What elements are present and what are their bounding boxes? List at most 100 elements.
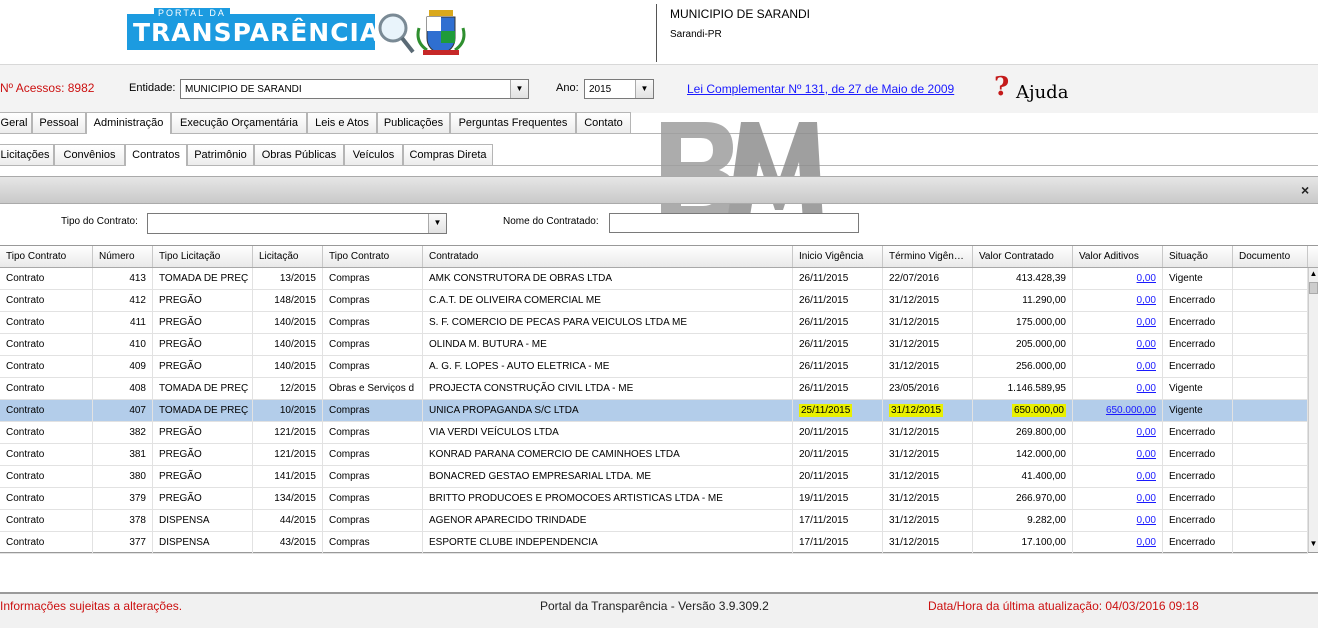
- table-row[interactable]: Contrato 378 DISPENSA 44/2015 Compras AGENOR …: [0, 510, 1308, 532]
- cell-valor-aditivos[interactable]: 0,00: [1073, 290, 1163, 312]
- cell-tipo-licitacao: DISPENSA: [153, 532, 253, 554]
- valor-aditivos-link[interactable]: 0,00: [1137, 295, 1156, 306]
- table-row[interactable]: Contrato 409 PREGÃO 140/2015 Compras A. G. F.…: [0, 356, 1308, 378]
- cell-valor-aditivos[interactable]: 0,00: [1073, 356, 1163, 378]
- scroll-down-icon[interactable]: ▼: [1309, 538, 1318, 550]
- tab-obras-publicas[interactable]: Obras Públicas: [254, 144, 344, 165]
- valor-aditivos-link[interactable]: 0,00: [1137, 471, 1156, 482]
- cell-documento: [1233, 334, 1308, 356]
- cell-documento: [1233, 400, 1308, 422]
- nome-contratado-input[interactable]: [609, 213, 859, 233]
- valor-aditivos-link[interactable]: 0,00: [1137, 273, 1156, 284]
- column-header-numero[interactable]: Número: [93, 246, 153, 267]
- cell-valor-aditivos[interactable]: 0,00: [1073, 532, 1163, 554]
- table-row[interactable]: Contrato 410 PREGÃO 140/2015 Compras OLINDA M…: [0, 334, 1308, 356]
- valor-aditivos-link[interactable]: 0,00: [1137, 537, 1156, 548]
- valor-aditivos-link[interactable]: 0,00: [1137, 317, 1156, 328]
- cell-numero: 379: [93, 488, 153, 510]
- column-header-licitacao[interactable]: Licitação: [253, 246, 323, 267]
- ano-select[interactable]: 2015 ▼: [584, 79, 654, 99]
- tab-geral[interactable]: Geral: [0, 112, 32, 133]
- help-button[interactable]: ? Ajuda: [994, 72, 1074, 106]
- tab-convenios[interactable]: Convênios: [54, 144, 125, 165]
- cell-situacao: Vigente: [1163, 378, 1233, 400]
- tab-licitacoes[interactable]: Licitações: [0, 144, 54, 165]
- cell-valor-aditivos[interactable]: 0,00: [1073, 510, 1163, 532]
- scroll-up-icon[interactable]: ▲: [1309, 268, 1318, 280]
- table-row[interactable]: Contrato 379 PREGÃO 134/2015 Compras BRITTO P…: [0, 488, 1308, 510]
- tipo-contrato-select[interactable]: ▼: [147, 213, 447, 234]
- cell-text: Obras e Serviços d: [329, 383, 415, 394]
- valor-aditivos-link[interactable]: 650.000,00: [1106, 405, 1156, 416]
- tab-contratos[interactable]: Contratos: [125, 144, 187, 166]
- tab-pessoal[interactable]: Pessoal: [32, 112, 86, 133]
- cell-valor-contratado: 175.000,00: [973, 312, 1073, 334]
- column-header-tipo-licitacao[interactable]: Tipo Licitação: [153, 246, 253, 267]
- cell-valor-aditivos[interactable]: 0,00: [1073, 334, 1163, 356]
- cell-valor-aditivos[interactable]: 0,00: [1073, 466, 1163, 488]
- cell-valor-aditivos[interactable]: 0,00: [1073, 312, 1163, 334]
- chevron-down-icon[interactable]: ▼: [428, 214, 446, 233]
- cell-valor-aditivos[interactable]: 0,00: [1073, 268, 1163, 290]
- table-row[interactable]: Contrato 412 PREGÃO 148/2015 Compras C.A.T. D…: [0, 290, 1308, 312]
- cell-valor-aditivos[interactable]: 0,00: [1073, 378, 1163, 400]
- table-row[interactable]: Contrato 382 PREGÃO 121/2015 Compras VIA VERD…: [0, 422, 1308, 444]
- cell-tipo-contrato: Contrato: [0, 510, 93, 532]
- tab-perguntas-frequentes[interactable]: Perguntas Frequentes: [450, 112, 576, 133]
- table-row[interactable]: Contrato 407 TOMADA DE PREÇ 10/2015 Compras U…: [0, 400, 1308, 422]
- cell-valor-aditivos[interactable]: 650.000,00: [1073, 400, 1163, 422]
- chevron-down-icon[interactable]: ▼: [510, 80, 528, 98]
- scrollbar-thumb[interactable]: [1309, 282, 1318, 294]
- tab-administracao[interactable]: Administração: [86, 112, 171, 134]
- cell-valor-aditivos[interactable]: 0,00: [1073, 422, 1163, 444]
- column-header-contratado[interactable]: Contratado: [423, 246, 793, 267]
- tab-contato[interactable]: Contato: [576, 112, 631, 133]
- chevron-down-icon[interactable]: ▼: [635, 80, 653, 98]
- valor-aditivos-link[interactable]: 0,00: [1137, 449, 1156, 460]
- valor-aditivos-link[interactable]: 0,00: [1137, 339, 1156, 350]
- valor-aditivos-link[interactable]: 0,00: [1137, 383, 1156, 394]
- column-header-tipo-contrato-2[interactable]: Tipo Contrato: [323, 246, 423, 267]
- column-header-termino-vigencia[interactable]: Término Vigên…: [883, 246, 973, 267]
- cell-text: S. F. COMERCIO DE PECAS PARA VEICULOS LT…: [429, 317, 688, 328]
- table-row[interactable]: Contrato 413 TOMADA DE PREÇ 13/2015 Compras A…: [0, 268, 1308, 290]
- cell-contratado: A. G. F. LOPES - AUTO ELETRICA - ME: [423, 356, 793, 378]
- panel-header: [0, 176, 1318, 204]
- cell-text: Contrato: [6, 449, 45, 460]
- tab-leis-atos[interactable]: Leis e Atos: [307, 112, 377, 133]
- vertical-scrollbar[interactable]: ▲ ▼: [1308, 268, 1318, 552]
- column-header-documento[interactable]: Documento: [1233, 246, 1308, 267]
- table-row[interactable]: Contrato 408 TOMADA DE PREÇ 12/2015 Obras e …: [0, 378, 1308, 400]
- table-row[interactable]: Contrato 380 PREGÃO 141/2015 Compras BONACRED…: [0, 466, 1308, 488]
- cell-valor-aditivos[interactable]: 0,00: [1073, 488, 1163, 510]
- tab-execucao-orcamentaria[interactable]: Execução Orçamentária: [171, 112, 307, 133]
- valor-aditivos-link[interactable]: 0,00: [1137, 427, 1156, 438]
- tab-compras-direta[interactable]: Compras Direta: [403, 144, 493, 165]
- table-row[interactable]: Contrato 411 PREGÃO 140/2015 Compras S. F. CO…: [0, 312, 1308, 334]
- tab-patrimonio[interactable]: Patrimônio: [187, 144, 254, 165]
- cell-text: 20/11/2015: [799, 427, 849, 438]
- cell-text: Encerrado: [1169, 427, 1216, 438]
- tab-publicacoes[interactable]: Publicações: [377, 112, 450, 133]
- column-header-situacao[interactable]: Situação: [1163, 246, 1233, 267]
- valor-aditivos-link[interactable]: 0,00: [1137, 515, 1156, 526]
- valor-aditivos-link[interactable]: 0,00: [1137, 493, 1156, 504]
- cell-tipo-contrato: Contrato: [0, 466, 93, 488]
- cell-documento: [1233, 268, 1308, 290]
- lei-complementar-link[interactable]: Lei Complementar Nº 131, de 27 de Maio d…: [687, 82, 954, 96]
- table-row[interactable]: Contrato 381 PREGÃO 121/2015 Compras KONRAD P…: [0, 444, 1308, 466]
- close-icon[interactable]: ×: [1301, 182, 1309, 198]
- entidade-select[interactable]: MUNICIPIO DE SARANDI ▼: [180, 79, 529, 99]
- column-header-valor-contratado[interactable]: Valor Contratado: [973, 246, 1073, 267]
- portal-logo[interactable]: PORTAL DA TRANSPARÊNCIA: [127, 8, 467, 56]
- valor-aditivos-link[interactable]: 0,00: [1137, 361, 1156, 372]
- column-header-valor-aditivos[interactable]: Valor Aditivos: [1073, 246, 1163, 267]
- cell-valor-contratado: 1.146.589,95: [973, 378, 1073, 400]
- column-header-inicio-vigencia[interactable]: Inicio Vigência: [793, 246, 883, 267]
- column-header-tipo-contrato[interactable]: Tipo Contrato: [0, 246, 93, 267]
- table-row[interactable]: Contrato 377 DISPENSA 43/2015 Compras ESPORTE…: [0, 532, 1308, 554]
- cell-numero: 407: [93, 400, 153, 422]
- cell-valor-aditivos[interactable]: 0,00: [1073, 444, 1163, 466]
- tab-veiculos[interactable]: Veículos: [344, 144, 403, 165]
- entidade-value: MUNICIPIO DE SARANDI: [185, 84, 302, 95]
